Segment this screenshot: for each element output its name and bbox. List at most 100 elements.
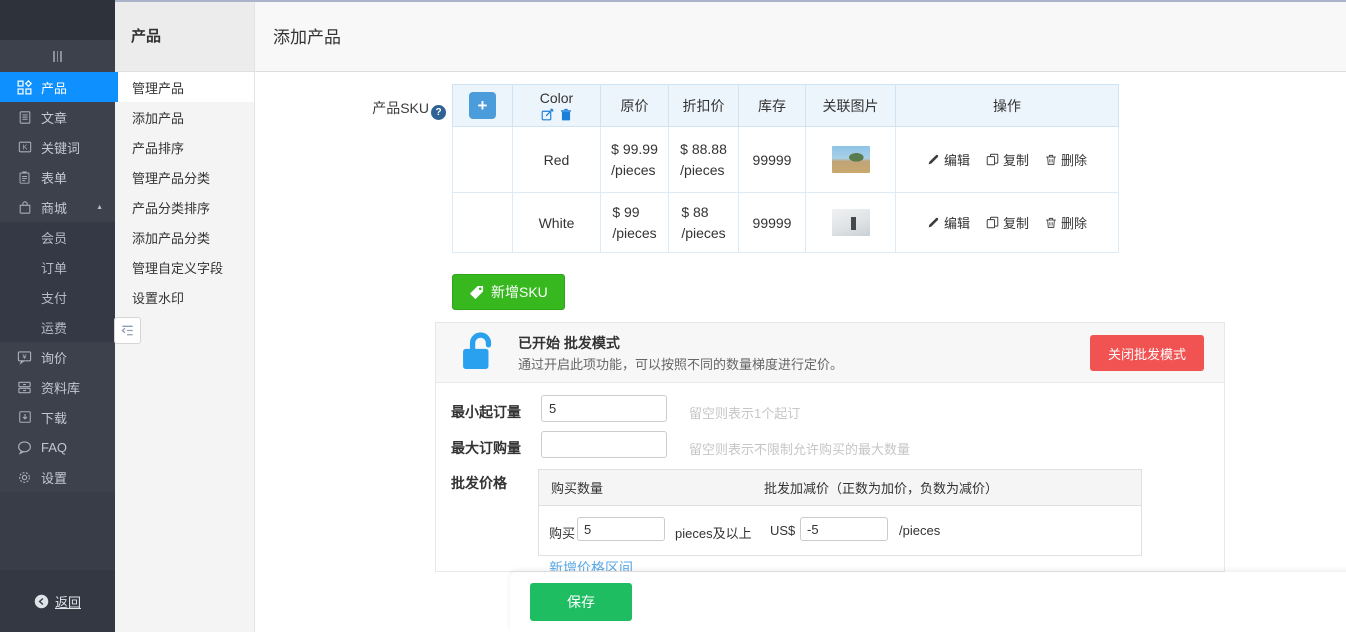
submenu-item-custom-fields[interactable]: 管理自定义字段 (115, 252, 254, 282)
delete-sku-button[interactable]: 删除 (1045, 150, 1087, 169)
sku-row-white: White $ 99/pieces $ 88/pieces 99999 编辑 复… (453, 193, 1119, 253)
sku-field-label: 产品SKU? (255, 98, 446, 120)
sku-thumbnail-bottle[interactable] (832, 209, 870, 236)
trash-icon (1045, 216, 1057, 229)
stock-cell: 99999 (739, 193, 806, 253)
submenu-item-product-sort[interactable]: 产品排序 (115, 132, 254, 162)
submenu-collapse-button[interactable] (114, 317, 141, 344)
sidebar-item-label: 询价 (41, 348, 67, 367)
sidebar-item-settings[interactable]: 设置 (0, 462, 115, 492)
sidebar-item-shipping[interactable]: 运费 (0, 312, 115, 342)
sidebar-item-forms[interactable]: 表单 (0, 162, 115, 192)
back-label: 返回 (55, 592, 81, 611)
discount-unit: /pieces (680, 162, 724, 178)
delete-attribute-icon[interactable] (560, 108, 572, 121)
wholesale-status-desc: 通过开启此项功能，可以按照不同的数量梯度进行定价。 (518, 354, 843, 373)
max-order-hint: 留空则表示不限制允许购买的最大数量 (689, 439, 910, 458)
mall-submenu: 会员 订单 支付 运费 (0, 222, 115, 342)
edit-label: 编辑 (944, 213, 970, 232)
shop-bag-icon (16, 199, 33, 215)
wholesale-panel-header: 已开始 批发模式 通过开启此项功能，可以按照不同的数量梯度进行定价。 关闭批发模… (436, 323, 1224, 383)
edit-sku-button[interactable]: 编辑 (927, 150, 970, 169)
submenu-item-add-category[interactable]: 添加产品分类 (115, 222, 254, 252)
help-question-icon[interactable]: ? (431, 105, 446, 120)
sidebar-item-label: 表单 (41, 168, 67, 187)
price-header-cell: 原价 (601, 85, 669, 127)
image-cell (806, 127, 896, 193)
sidebar-item-label: 商城 (41, 198, 67, 217)
adjustment-header: 批发加减价（正数为加价，负数为减价） (764, 478, 998, 497)
submenu-item-manage-products[interactable]: 管理产品 (115, 72, 254, 102)
sidebar-item-articles[interactable]: 文章 (0, 102, 115, 132)
actions-header-cell: 操作 (896, 85, 1119, 127)
delete-label: 删除 (1061, 213, 1087, 232)
row-select-cell (453, 127, 513, 193)
copy-label: 复制 (1003, 150, 1029, 169)
edit-attribute-icon[interactable] (541, 108, 554, 121)
save-button[interactable]: 保存 (530, 583, 632, 621)
delete-sku-button[interactable]: 删除 (1045, 213, 1087, 232)
discount-cell: $ 88/pieces (669, 193, 739, 253)
top-accent-line (115, 0, 1346, 2)
tag-icon (469, 285, 484, 300)
logo-area (0, 0, 115, 40)
keyword-icon: K (16, 139, 33, 155)
main-content: 添加产品 产品SKU? + Color (255, 0, 1346, 632)
submenu-item-add-product[interactable]: 添加产品 (115, 102, 254, 132)
sidebar-item-label: 订单 (41, 258, 67, 277)
sidebar-item-faq[interactable]: FAQ (0, 432, 115, 462)
row-select-cell (453, 193, 513, 253)
add-price-range-link[interactable]: 新增价格区间 (549, 558, 633, 572)
submenu-item-category-sort[interactable]: 产品分类排序 (115, 192, 254, 222)
action-footer: 保存 取消 (510, 572, 1346, 632)
sidebar-item-label: 关键词 (41, 138, 80, 157)
discount-header-cell: 折扣价 (669, 85, 739, 127)
sidebar-item-payment[interactable]: 支付 (0, 282, 115, 312)
back-button[interactable]: 返回 (0, 570, 115, 632)
close-wholesale-button[interactable]: 关闭批发模式 (1090, 335, 1204, 371)
sidebar-item-label: 产品 (41, 78, 67, 97)
actions-cell: 编辑 复制 删除 (896, 193, 1119, 253)
sidebar-filler (0, 492, 115, 570)
image-header-cell: 关联图片 (806, 85, 896, 127)
actions-cell: 编辑 复制 删除 (896, 127, 1119, 193)
adjustment-input[interactable] (800, 517, 888, 541)
qty-prefix: 购买 (549, 523, 575, 542)
submenu-item-watermark[interactable]: 设置水印 (115, 282, 254, 312)
price-unit: /pieces (611, 162, 655, 178)
svg-text:¥: ¥ (22, 351, 27, 360)
add-sku-button[interactable]: 新增SKU (452, 274, 565, 310)
copy-icon (986, 153, 999, 166)
wholesale-price-label: 批发价格 (451, 473, 507, 493)
unlock-icon (462, 331, 498, 373)
sku-table-header-row: + Color 原价 折扣价 (453, 85, 1119, 127)
copy-sku-button[interactable]: 复制 (986, 150, 1029, 169)
sku-thumbnail-beach[interactable] (832, 146, 870, 173)
sidebar-collapse-button[interactable] (0, 40, 115, 72)
color-cell: White (513, 193, 601, 253)
sidebar-item-mall[interactable]: 商城 ▲ (0, 192, 115, 222)
sidebar-item-library[interactable]: 资料库 (0, 372, 115, 402)
secondary-sidebar: 产品 管理产品 添加产品 产品排序 管理产品分类 产品分类排序 添加产品分类 管… (115, 0, 255, 632)
min-order-input[interactable] (541, 395, 667, 422)
add-sku-label: 新增SKU (491, 282, 548, 302)
sidebar-item-downloads[interactable]: 下载 (0, 402, 115, 432)
sidebar-item-label: FAQ (41, 440, 67, 455)
add-attribute-button[interactable]: + (469, 92, 496, 119)
sidebar-item-label: 支付 (41, 288, 67, 307)
sidebar-item-keywords[interactable]: K 关键词 (0, 132, 115, 162)
price-value: $ 99.99 (611, 141, 658, 157)
page-title: 添加产品 (273, 23, 341, 48)
edit-sku-button[interactable]: 编辑 (927, 213, 970, 232)
copy-sku-button[interactable]: 复制 (986, 213, 1029, 232)
wholesale-price-table: 购买数量 批发加减价（正数为加价，负数为减价） 购买 pieces及以上 US$… (538, 469, 1142, 556)
sidebar-item-label: 运费 (41, 318, 67, 337)
sidebar-item-inquiry[interactable]: ¥ 询价 (0, 342, 115, 372)
sidebar-item-products[interactable]: 产品 (0, 72, 115, 102)
qty-input[interactable] (577, 517, 665, 541)
sidebar-item-members[interactable]: 会员 (0, 222, 115, 252)
submenu-item-manage-categories[interactable]: 管理产品分类 (115, 162, 254, 192)
submenu-title: 产品 (115, 0, 254, 72)
sidebar-item-orders[interactable]: 订单 (0, 252, 115, 282)
max-order-input[interactable] (541, 431, 667, 458)
